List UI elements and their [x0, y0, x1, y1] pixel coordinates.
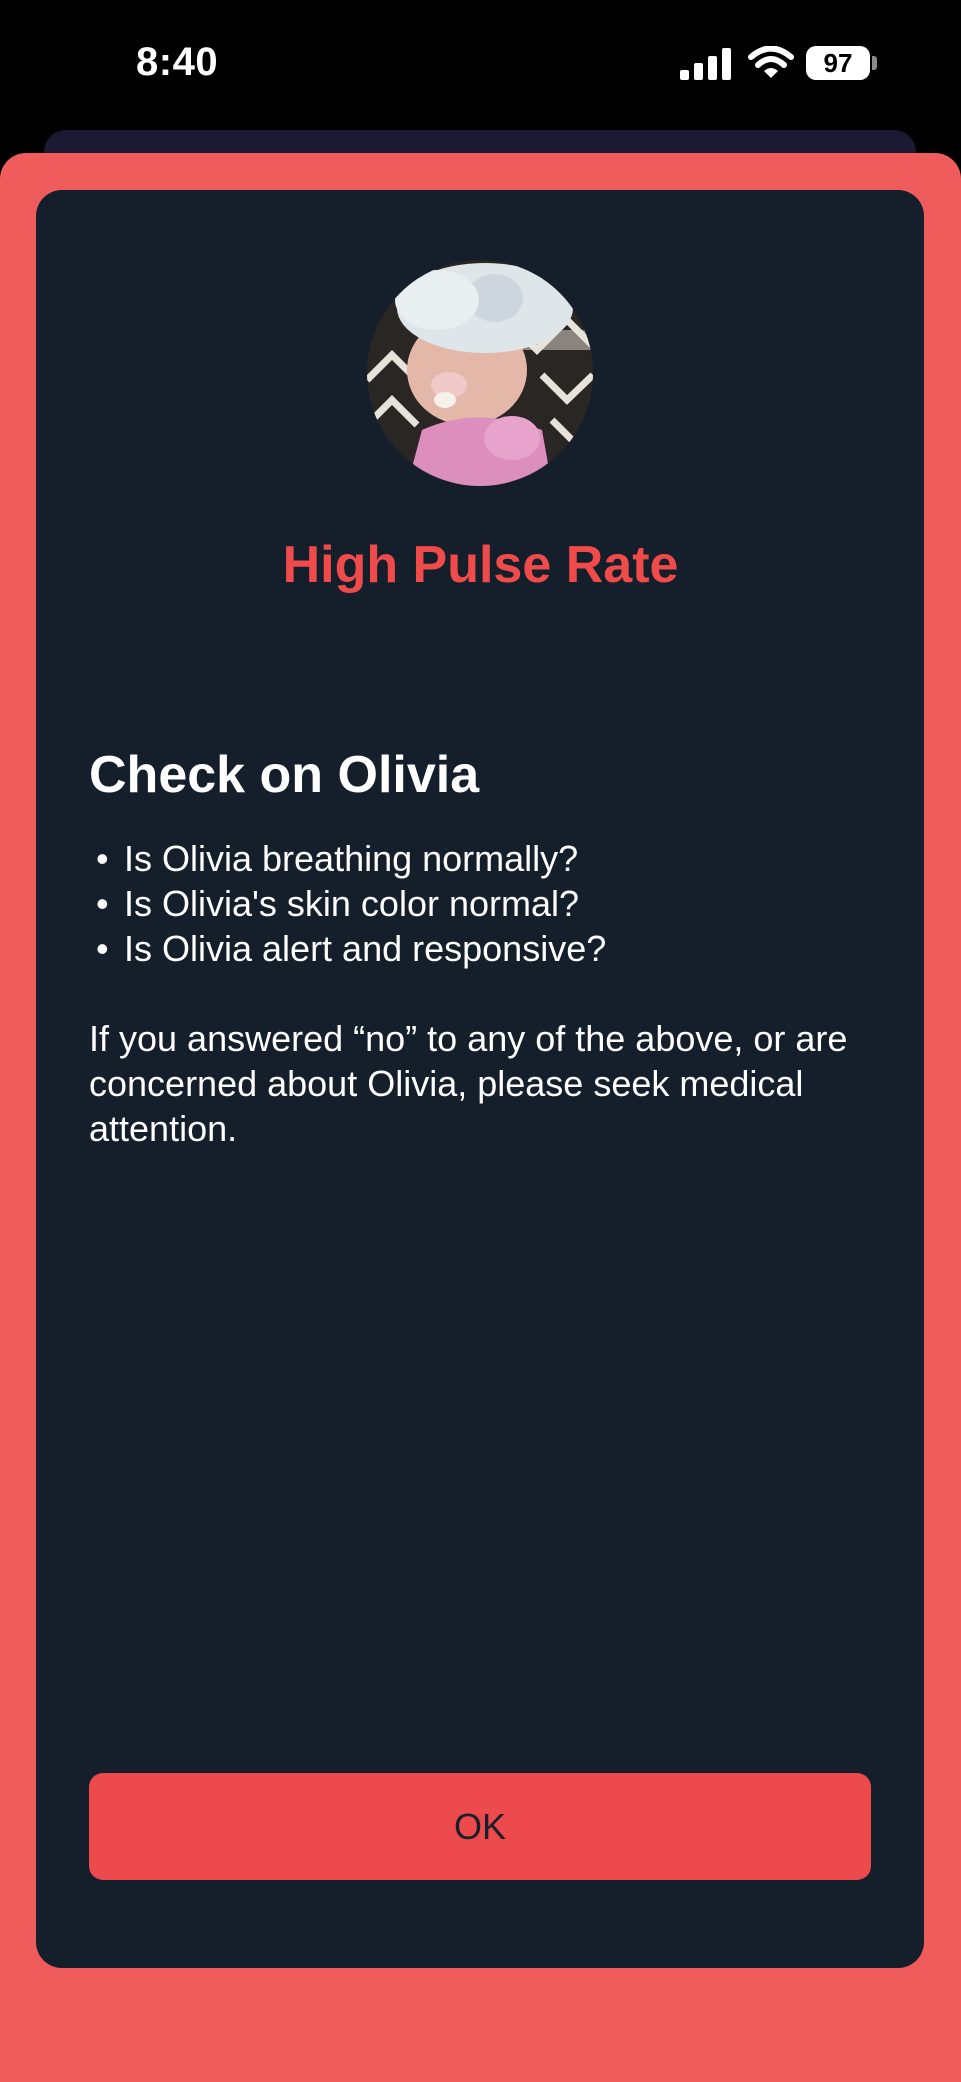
bullet: •: [96, 928, 109, 969]
signal-icon: [680, 48, 731, 80]
question-text: Is Olivia's skin color normal?: [124, 883, 580, 924]
check-heading: Check on Olivia: [89, 746, 480, 804]
avatar-photo: [367, 260, 593, 486]
bullet: •: [96, 883, 109, 924]
bullet: •: [96, 838, 109, 879]
list-item: • Is Olivia's skin color normal?: [96, 881, 606, 926]
wifi-icon: [748, 46, 794, 78]
question-text: Is Olivia alert and responsive?: [124, 928, 607, 969]
list-item: • Is Olivia breathing normally?: [96, 836, 606, 881]
status-time: 8:40: [136, 40, 219, 84]
advice-text: If you answered “no” to any of the above…: [89, 1018, 848, 1149]
ok-button[interactable]: OK: [89, 1773, 871, 1880]
battery-icon: 97: [806, 46, 870, 80]
alert-title: High Pulse Rate: [282, 536, 679, 594]
avatar: [367, 260, 593, 486]
status-bar: 8:40 97: [0, 0, 961, 130]
question-text: Is Olivia breathing normally?: [124, 838, 579, 879]
question-list: • Is Olivia breathing normally? • Is Olivi…: [96, 836, 606, 971]
battery-cap: [872, 56, 877, 70]
battery-level: 97: [823, 48, 853, 78]
list-item: • Is Olivia alert and responsive?: [96, 926, 606, 971]
